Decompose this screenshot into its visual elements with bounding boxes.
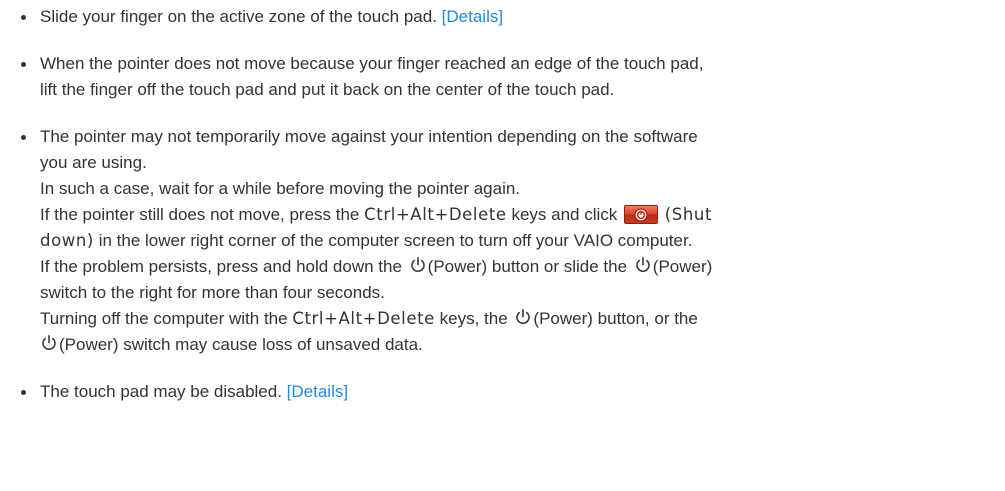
item-text: (Power) switch may cause loss of unsaved… — [59, 335, 423, 354]
details-link[interactable]: [Details] — [287, 382, 348, 401]
list-item: The pointer may not temporarily move aga… — [0, 124, 1005, 358]
item-text-line: down) in the lower right corner of the c… — [40, 228, 1005, 254]
item-text: (Power) button, or the — [533, 309, 698, 328]
item-text-line: switch to the right for more than four s… — [40, 283, 385, 302]
power-icon — [410, 256, 425, 272]
keys-ctrl-alt-delete: Ctrl+Alt+Delete — [292, 309, 435, 328]
item-text-line: If the problem persists, press and hold … — [40, 254, 1005, 280]
shutdown-label: (Shut — [664, 205, 713, 224]
item-text-line: In such a case, wait for a while before … — [40, 179, 521, 198]
item-text-line: (Power) switch may cause loss of unsaved… — [40, 332, 1005, 358]
item-text-line: When the pointer does not move because y… — [40, 54, 704, 73]
item-text: (Power) — [652, 257, 713, 276]
list-item: The touch pad may be disabled. [Details] — [0, 379, 1005, 405]
details-link[interactable]: [Details] — [442, 7, 503, 26]
power-icon — [516, 308, 531, 324]
item-text: (Power) button or slide the — [427, 257, 628, 276]
item-text: If the problem persists, press and hold … — [40, 257, 402, 276]
shutdown-button-icon — [624, 205, 658, 224]
item-text: Turning off the computer with the — [40, 309, 288, 328]
item-text: If the pointer still does not move, pres… — [40, 205, 360, 224]
item-text: The touch pad may be disabled. — [40, 382, 282, 401]
item-text-line: If the pointer still does not move, pres… — [40, 202, 1005, 228]
power-icon — [636, 256, 650, 272]
item-text-line: The pointer may not temporarily move aga… — [40, 127, 698, 146]
item-text: Slide your finger on the active zone of … — [40, 7, 437, 26]
item-text-line: Turning off the computer with the Ctrl+A… — [40, 306, 1005, 332]
shutdown-label: down) — [40, 231, 94, 250]
troubleshooting-list: Slide your finger on the active zone of … — [0, 4, 1005, 405]
help-page: Slide your finger on the active zone of … — [0, 0, 1005, 491]
item-text-line: lift the finger off the touch pad and pu… — [40, 80, 615, 99]
item-text: keys, the — [439, 309, 508, 328]
keys-ctrl-alt-delete: Ctrl+Alt+Delete — [364, 205, 507, 224]
list-item: Slide your finger on the active zone of … — [0, 4, 1005, 30]
power-icon — [42, 334, 56, 350]
list-item: When the pointer does not move because y… — [0, 51, 1005, 103]
item-text: in the lower right corner of the compute… — [98, 231, 693, 250]
item-text-line: you are using. — [40, 153, 147, 172]
item-text: keys and click — [511, 205, 618, 224]
